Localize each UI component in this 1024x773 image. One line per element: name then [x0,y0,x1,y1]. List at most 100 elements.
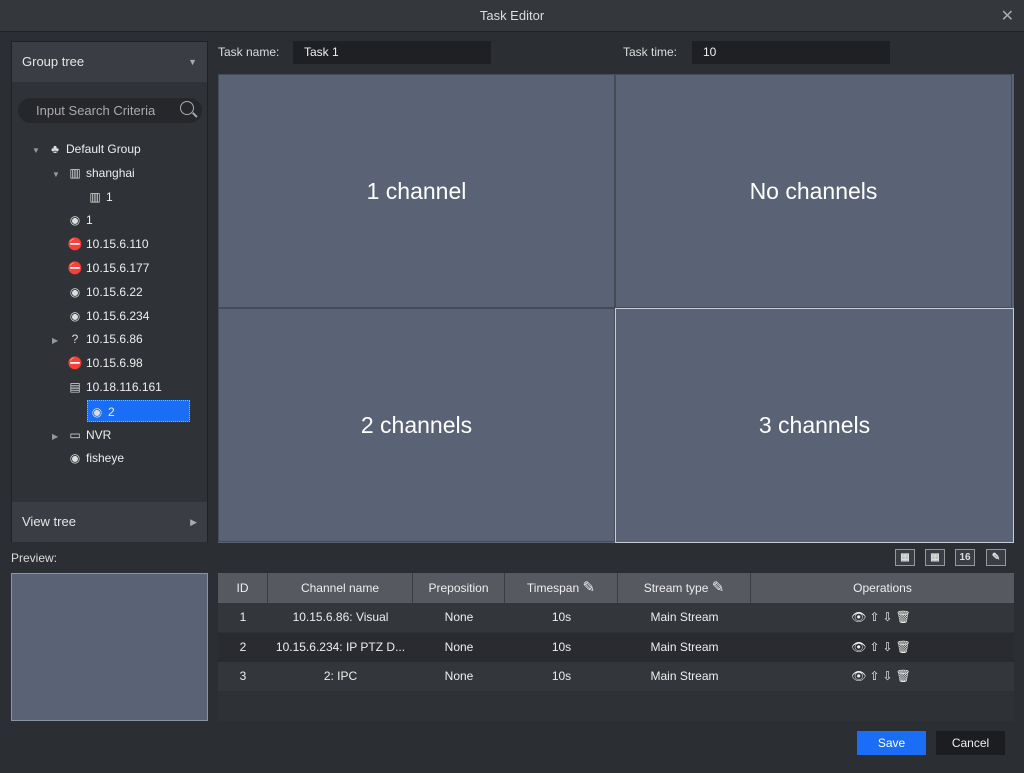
channel-table: ID Channel name Preposition Timespan ✎ S… [218,573,1014,721]
map-icon: ▥ [89,189,101,204]
expander-icon[interactable]: ▶ [52,330,66,352]
nvr-icon: ▭ [69,427,81,442]
title-bar: Task Editor ✕ [0,0,1024,32]
tree-item-label: 10.15.6.86 [86,332,143,347]
move-down-icon[interactable]: ⇩ [883,610,896,624]
tree-item[interactable]: ▼ ♣ Default Group [32,138,141,160]
move-up-icon[interactable]: ⇧ [869,669,882,683]
camera-icon: ◉ [69,284,81,299]
tree-item-label: 1 [106,189,113,204]
window-title: Task Editor [479,8,545,23]
tree-item-label: shanghai [86,165,135,180]
tree-item[interactable]: ◉ 1 [52,209,93,231]
tree-item-label: Default Group [66,142,141,156]
camera-icon: ◉ [69,451,81,466]
search-input[interactable]: Input Search Criteria [18,98,202,123]
table-cell: None [444,610,474,624]
table-row[interactable]: 1 10.15.6.86: Visual None 10s Main Stream 👁⇧⇩… [218,603,1014,632]
tree-item[interactable]: ▼ ▥ shanghai [52,162,135,184]
layout-9-icon[interactable]: ▦ [925,549,945,566]
table-cell: 2 [239,639,247,654]
preview-pane [11,573,208,721]
edit-icon[interactable]: ✎ [583,579,596,596]
grid-cell-1[interactable]: 1 channel [218,74,615,308]
edit-layout-icon[interactable]: ✎ [986,549,1006,566]
move-up-icon[interactable]: ⇧ [869,610,882,624]
preview-label: Preview: [11,551,58,565]
unknown-device-icon: ? [71,332,79,347]
move-up-icon[interactable]: ⇧ [869,640,882,654]
table-cell: Main Stream [650,610,719,624]
table-cell: 10.15.6.234: IP PTZ D... [275,639,406,654]
stream-type-label: Stream type [643,581,709,595]
grid-cell-3[interactable]: 2 channels [218,308,615,542]
tree-item[interactable]: ⛔ 10.15.6.110 [52,233,149,255]
move-down-icon[interactable]: ⇩ [883,640,896,654]
video-grid: 1 channel No channels 2 channels 3 chann… [218,74,1014,543]
tree-item[interactable]: ▶? 10.15.6.86 [52,328,143,350]
cancel-button[interactable]: Cancel [936,731,1005,755]
tree-item[interactable]: ⛔ 10.15.6.98 [52,352,143,374]
save-button[interactable]: Save [857,731,926,755]
table-cell: 2: IPC [323,669,358,683]
tree-item-label: 2 [108,404,115,419]
table-cell: 10s [551,669,572,683]
left-panel: Group tree ▼ Input Search Criteria ▼ ♣ Defa… [11,41,208,542]
tree-item[interactable]: ◉ 2 [87,399,190,422]
col-id: ID [218,573,268,603]
preview-eye-icon[interactable]: 👁 [851,640,869,654]
table-row[interactable]: 2 10.15.6.234: IP PTZ D... None 10s Main Str… [218,632,1014,662]
task-time-label: Task time: [623,45,678,59]
search-icon[interactable] [180,101,194,115]
task-name-input[interactable]: Task 1 [293,41,491,64]
offline-device-icon: ⛔ [67,261,83,275]
expander-icon[interactable]: ▼ [52,164,66,186]
col-channel-name: Channel name [268,573,413,603]
tree-item[interactable]: ▤ 10.18.116.161 [52,376,162,398]
tree-item-label: fisheye [86,451,125,466]
group-tree-header[interactable]: Group tree ▼ [12,42,207,82]
tree-item[interactable]: ⛔ 10.15.6.177 [52,257,150,279]
table-cell: None [444,639,474,654]
camera-icon: ◉ [91,404,103,419]
table-cell: Main Stream [650,639,719,654]
move-down-icon[interactable]: ⇩ [883,669,896,683]
layout-4-icon[interactable]: ▦ [895,549,915,566]
col-timespan: Timespan ✎ [505,573,618,603]
table-cell: Main Stream [650,669,719,683]
tree-item-label: 10.15.6.98 [86,356,143,371]
tree-item-label: 10.15.6.234 [86,308,150,323]
grid-cell-4[interactable]: 3 channels [615,308,1014,543]
tree-item[interactable]: ◉ 10.15.6.234 [52,305,150,327]
table-row[interactable]: 3 2: IPC None 10s Main Stream 👁⇧⇩🗑 [218,662,1014,691]
offline-device-icon: ⛔ [67,356,83,371]
tree-item[interactable]: ◉ fisheye [52,447,124,469]
preview-eye-icon[interactable]: 👁 [851,610,869,624]
task-time-input[interactable]: 10 [692,41,890,64]
delete-icon[interactable]: 🗑 [896,669,914,683]
tree-item-label: 10.18.116.161 [86,380,162,394]
tree-item-label: NVR [86,427,112,442]
tree-item[interactable]: ▥ 1 [72,186,113,208]
view-tree-header[interactable]: View tree ▶ [12,502,207,542]
grid-cell-2[interactable]: No channels [615,74,1012,308]
table-cell: 3 [239,669,247,683]
tree-item[interactable]: ◉ 10.15.6.22 [52,281,143,303]
expander-icon[interactable]: ▼ [32,140,46,162]
tree-item[interactable]: ▶ ▭ NVR [52,424,111,446]
search-placeholder: Input Search Criteria [36,103,156,118]
preview-eye-icon[interactable]: 👁 [851,669,869,683]
col-preposition: Preposition [413,573,505,603]
delete-icon[interactable]: 🗑 [896,610,914,624]
edit-icon[interactable]: ✎ [712,579,725,596]
dropdown-arrow-icon: ▼ [188,57,197,67]
close-icon[interactable]: ✕ [1001,6,1014,26]
col-stream-type: Stream type ✎ [618,573,751,603]
delete-icon[interactable]: 🗑 [896,640,914,654]
table-cell: 10s [551,639,572,654]
expander-icon[interactable]: ▶ [52,426,66,448]
camera-icon: ◉ [69,308,81,323]
layout-16-button[interactable]: 16 [955,549,975,566]
server-icon: ▤ [69,380,81,394]
group-tree-label: Group tree [22,54,85,69]
